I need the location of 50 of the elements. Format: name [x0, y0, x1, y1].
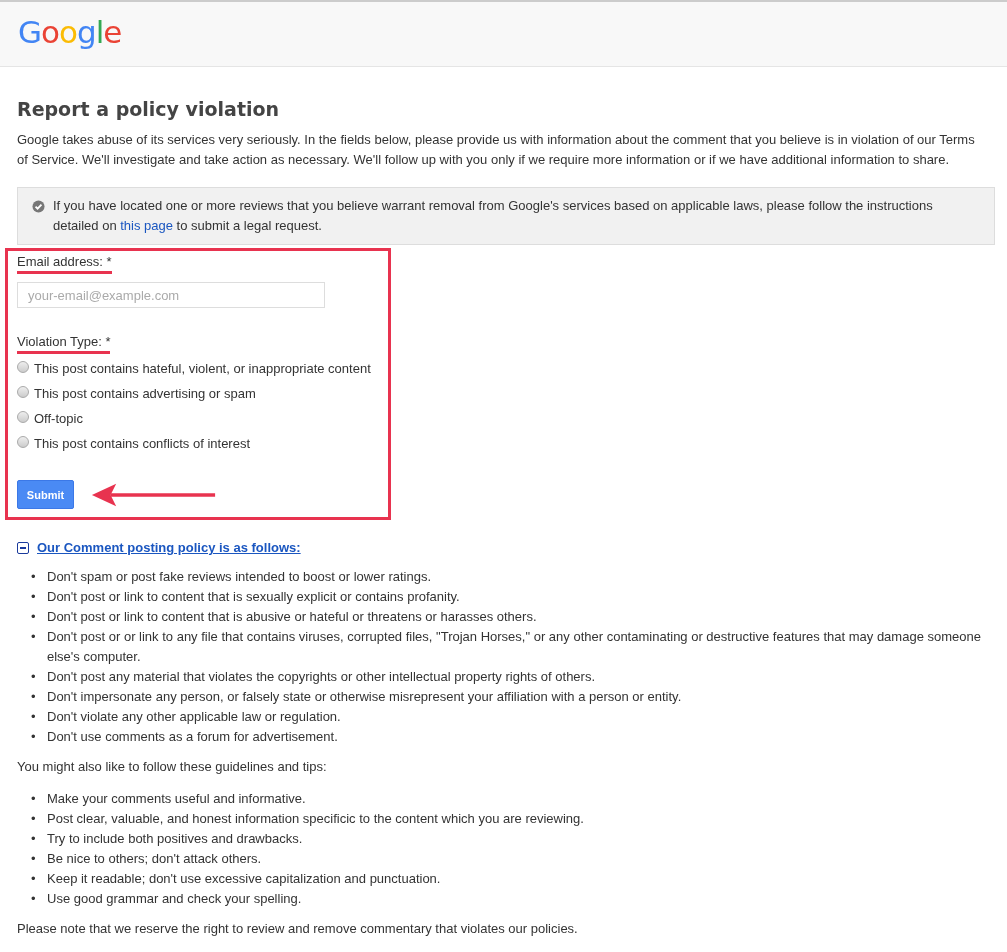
intro-paragraph: Google takes abuse of its services very seriously. In the fields below, please provide us with information about the comment that you believe is in violation of our Terms of Service. We'll investigate and take action as necessary. We'll follow up with you only if we require more information or if we have additional information to share.: [17, 131, 976, 169]
policy-rule: Don't impersonate any person, or falsely state or otherwise misrepresent your affiliation with a person or entity.: [47, 688, 682, 706]
tip-item: Try to include both positives and drawbacks.: [47, 830, 303, 848]
policy-rule: Don't violate any other applicable law or regulation.: [47, 708, 341, 726]
tips-intro: You might also like to follow these guidelines and tips:: [17, 758, 328, 776]
option-label: This post contains hateful, violent, or inappropriate content: [34, 361, 371, 376]
email-label: Email address: *: [17, 255, 112, 274]
policy-note: Please note that we reserve the right to review and remove commentary that violates our policies.: [17, 920, 579, 938]
policy-rule: Don't post or link to content that is sexually explicit or contains profanity.: [47, 588, 460, 606]
policy-rule: Don't post any material that violates the copyrights or other intellectual property rights of others.: [47, 668, 596, 686]
option-label: This post contains conflicts of interest: [34, 436, 251, 451]
bullet: •: [31, 790, 37, 808]
collapse-icon[interactable]: [17, 541, 29, 554]
bullet: •: [31, 588, 37, 606]
radio-button[interactable]: [17, 411, 29, 423]
policy-rule: Don't post or or link to any file that contains viruses, corrupted files, "Trojan Horses," or any other contaminating or destructive features that may damage someone else's computer.: [47, 628, 982, 666]
policy-rule: Don't post or link to content that is abusive or hateful or threatens or harasses others.: [47, 608, 537, 626]
radio-button[interactable]: [17, 361, 29, 373]
tip-item: Post clear, valuable, and honest information specificic to the content which you are reviewing.: [47, 810, 584, 828]
bullet: •: [31, 608, 37, 626]
bullet: •: [31, 728, 37, 746]
bullet: •: [31, 870, 37, 888]
radio-button[interactable]: [17, 436, 29, 448]
bullet: •: [31, 708, 37, 726]
logo[interactable]: Google: [18, 14, 122, 50]
tip-item: Make your comments useful and informative.: [47, 790, 306, 808]
this-page-link[interactable]: this page: [120, 218, 173, 233]
bullet: •: [31, 568, 37, 586]
bullet: •: [31, 668, 37, 686]
violation-type-label: Violation Type: *: [17, 335, 111, 354]
option-label: This post contains advertising or spam: [34, 386, 256, 401]
policy-rule: Don't spam or post fake reviews intended to boost or lower ratings.: [47, 568, 431, 586]
option-label: Off-topic: [34, 411, 83, 426]
radio-button[interactable]: [17, 386, 29, 398]
bullet: •: [31, 628, 37, 646]
submit-button[interactable]: Submit: [17, 480, 74, 509]
policy-rule: Don't use comments as a forum for advertisement.: [47, 728, 338, 746]
policy-heading-link[interactable]: Our Comment posting policy is as follows:: [37, 540, 301, 555]
email-field[interactable]: your-email@example.com: [17, 282, 325, 308]
tip-item: Be nice to others; don't attack others.: [47, 850, 262, 868]
bullet: •: [31, 850, 37, 868]
tip-item: Keep it readable; don't use excessive capitalization and punctuation.: [47, 870, 441, 888]
bullet: •: [31, 830, 37, 848]
tip-item: Use good grammar and check your spelling.: [47, 890, 302, 908]
check-circle-icon: [32, 200, 45, 213]
bullet: •: [31, 890, 37, 908]
bullet: •: [31, 810, 37, 828]
notice-text: If you have located one or more reviews that you believe warrant removal from Google's services based on applicable laws, please follow the instructions detailed on this page to submit a legal request.: [53, 197, 934, 235]
page-title: Report a policy violation: [17, 98, 281, 120]
bullet: •: [31, 688, 37, 706]
